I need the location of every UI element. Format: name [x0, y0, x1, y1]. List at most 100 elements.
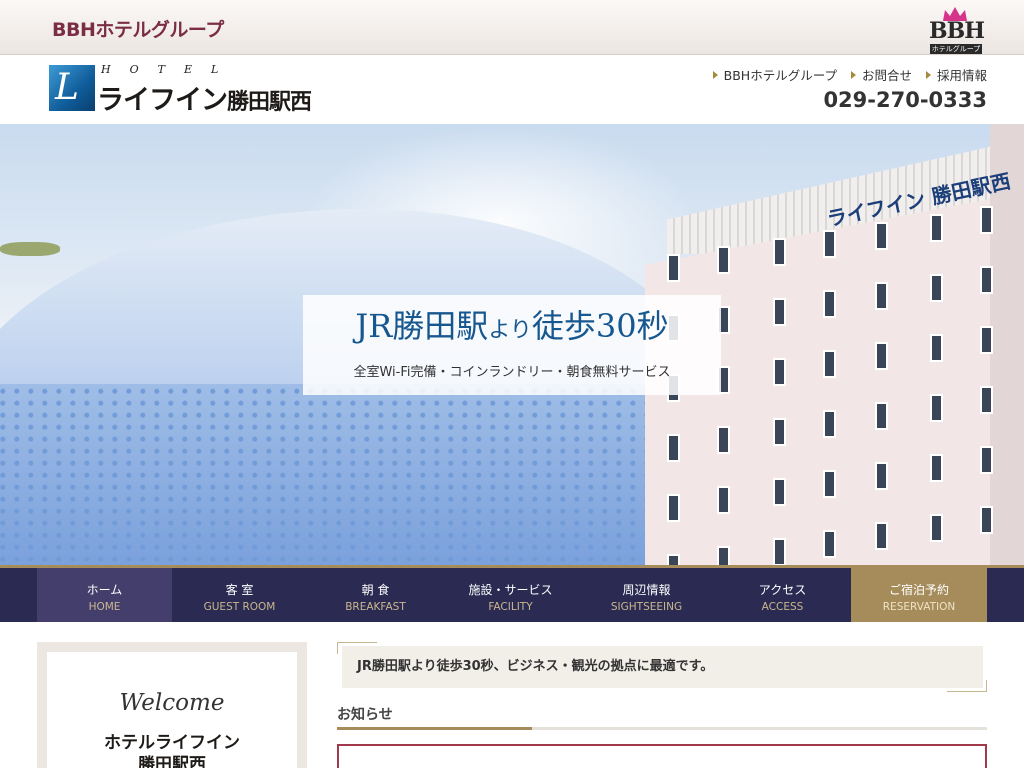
hero-title-station: JR勝田駅 [355, 307, 489, 345]
building-window [930, 394, 943, 422]
building-window [823, 410, 836, 438]
phone-number[interactable]: 029-270-0333 [823, 88, 987, 112]
arrow-right-icon [712, 70, 718, 79]
welcome-box: Welcome ホテルライフイン 勝田駅西 [37, 642, 307, 768]
bbh-logo-text: BBH [929, 18, 985, 44]
building-window [875, 282, 888, 310]
news-panel [337, 744, 987, 768]
hero-title-particle: より [488, 318, 532, 343]
building-window [773, 538, 786, 565]
nav-label-en: GUEST ROOM [203, 601, 276, 613]
news-divider-accent [337, 727, 532, 730]
building-window [980, 386, 993, 414]
site-header: L HOTEL ライフイン勝田駅西 BBHホテルグループ お問合せ 採用情報 0… [0, 55, 1024, 124]
building-window [667, 494, 680, 522]
nav-label-en: HOME [88, 601, 121, 613]
building-window [875, 522, 888, 550]
header-link-label: お問合せ [861, 68, 912, 83]
nav-sightseeing[interactable]: 周辺情報 SIGHTSEEING [579, 568, 714, 622]
hero-title: JR勝田駅より徒歩30秒 [303, 301, 721, 347]
logo-hotel-name: ライフイン勝田駅西 [97, 78, 312, 117]
hero-flower-field [0, 384, 700, 565]
nav-label-en: RESERVATION [882, 601, 956, 613]
header-link-contact[interactable]: お問合せ [850, 65, 912, 84]
hero-grass [0, 242, 60, 256]
bbh-logo[interactable]: BBH ホテルグループ [929, 6, 985, 54]
nav-guest-room[interactable]: 客 室 GUEST ROOM [172, 568, 307, 622]
building-window [980, 206, 993, 234]
building-window [980, 266, 993, 294]
building-window [667, 434, 680, 462]
nav-label-jp: 客 室 [225, 583, 254, 597]
building-window [875, 222, 888, 250]
building-window [773, 418, 786, 446]
header-link-label: 採用情報 [936, 68, 987, 83]
building-window [667, 554, 680, 565]
nav-label-en: BREAKFAST [345, 601, 406, 613]
building-window [875, 462, 888, 490]
nav-label-en: FACILITY [488, 601, 533, 613]
hero-title-walk: 徒歩30秒 [531, 307, 669, 345]
building-window [823, 470, 836, 498]
nav-facility[interactable]: 施設・サービス FACILITY [443, 568, 578, 622]
hero-subtitle: 全室Wi-Fi完備・コインランドリー・朝食無料サービス [353, 365, 671, 380]
building-window [773, 298, 786, 326]
welcome-hotel-name: ホテルライフイン 勝田駅西 [47, 732, 297, 768]
building-window [667, 254, 680, 282]
main-nav: ホーム HOME 客 室 GUEST ROOM 朝 食 BREAKFAST 施設… [0, 565, 1024, 622]
building-window [823, 530, 836, 558]
building-window [980, 446, 993, 474]
nav-access[interactable]: アクセス ACCESS [715, 568, 850, 622]
logo-name-main: ライフイン [97, 85, 228, 116]
nav-label-en: SIGHTSEEING [610, 601, 683, 613]
building-window [930, 454, 943, 482]
hotel-logo[interactable]: L HOTEL ライフイン勝田駅西 [49, 63, 359, 116]
nav-home[interactable]: ホーム HOME [37, 568, 172, 622]
building-window [717, 246, 730, 274]
building-window [930, 334, 943, 362]
header-link-bbh[interactable]: BBHホテルグループ [712, 65, 837, 84]
tagline-text: JR勝田駅より徒歩30秒、ビジネス・観光の拠点に最適です。 [357, 659, 714, 674]
bbh-logo-subtext: ホテルグループ [930, 44, 982, 54]
tagline-box: JR勝田駅より徒歩30秒、ビジネス・観光の拠点に最適です。 [337, 642, 987, 692]
nav-label-jp: ホーム [86, 583, 123, 597]
header-link-recruit[interactable]: 採用情報 [925, 65, 987, 84]
building-window [930, 274, 943, 302]
tagline-corner [947, 680, 987, 692]
building-window [773, 238, 786, 266]
building-window [823, 230, 836, 258]
logo-hotel-text: HOTEL [101, 63, 238, 76]
building-window [773, 358, 786, 386]
header-links: BBHホテルグループ お問合せ 採用情報 [712, 65, 987, 84]
welcome-inner: Welcome ホテルライフイン 勝田駅西 [47, 652, 297, 768]
nav-reservation[interactable]: ご宿泊予約 RESERVATION [851, 568, 987, 622]
bbh-group-link[interactable]: BBHホテルグループ [52, 15, 224, 42]
building-window [930, 214, 943, 242]
building-window [980, 506, 993, 534]
welcome-name-line2: 勝田駅西 [138, 755, 206, 768]
building-window [717, 546, 730, 565]
building-window [717, 426, 730, 454]
news-divider [337, 727, 987, 730]
building-window [823, 290, 836, 318]
welcome-name-line1: ホテルライフイン [104, 733, 240, 753]
building-window [980, 326, 993, 354]
news-heading: お知らせ [337, 707, 393, 723]
logo-name-station: 勝田駅西 [227, 90, 312, 115]
building-window [930, 514, 943, 542]
arrow-right-icon [850, 70, 856, 79]
group-bar: BBHホテルグループ BBH ホテルグループ [0, 0, 1024, 55]
building-window [875, 342, 888, 370]
hero-caption: JR勝田駅より徒歩30秒 全室Wi-Fi完備・コインランドリー・朝食無料サービス [303, 295, 721, 395]
nav-label-en: ACCESS [761, 601, 804, 613]
nav-label-jp: アクセス [758, 583, 807, 597]
welcome-script: Welcome [119, 690, 225, 716]
building-window [875, 402, 888, 430]
nav-breakfast[interactable]: 朝 食 BREAKFAST [308, 568, 443, 622]
nav-label-jp: 周辺情報 [622, 583, 671, 597]
nav-label-jp: ご宿泊予約 [888, 583, 949, 597]
nav-label-jp: 朝 食 [361, 583, 390, 597]
nav-label-jp: 施設・サービス [468, 583, 553, 597]
logo-l-mark: L [49, 65, 95, 111]
building-window [823, 350, 836, 378]
